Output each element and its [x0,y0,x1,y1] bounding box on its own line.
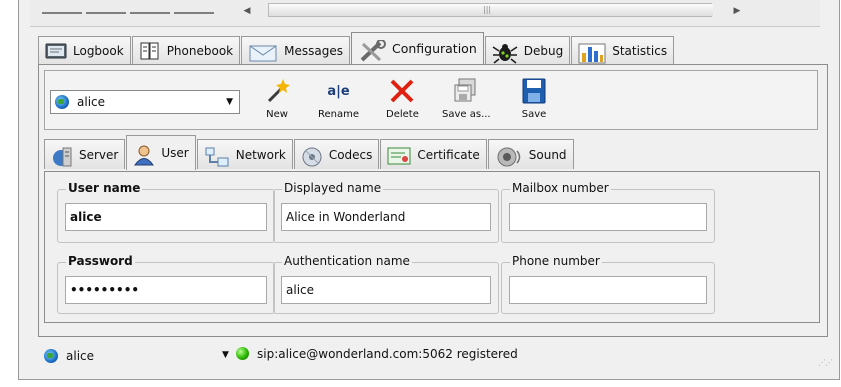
tab-user-label: User [161,146,189,160]
scroll-right-arrow-icon[interactable]: ▶ [730,3,744,19]
authentication-name-field[interactable]: alice [281,276,491,304]
tab-logbook-label: Logbook [73,43,124,58]
tab-sound-label: Sound [528,147,567,162]
delete-x-icon [387,76,417,106]
tab-messages[interactable]: Messages [241,36,350,64]
user-name-field[interactable]: alice [65,203,267,231]
registration-status-text: sip:alice@wonderland.com:5062 registered [257,347,518,361]
chevron-down-icon[interactable]: ▼ [226,97,233,107]
strip-divider [130,12,170,14]
sound-icon [495,146,523,166]
globe-icon [55,95,69,109]
save-icon [519,76,549,106]
codecs-icon [301,146,323,166]
phone-number-group: Phone number [501,254,715,314]
tab-server[interactable]: Server [44,139,126,169]
user-name-label: User name [66,181,143,195]
rename-glyph: a|e [327,83,350,99]
tab-certificate-label: Certificate [417,147,480,162]
account-selector[interactable]: alice ▼ [50,90,240,114]
phone-number-label: Phone number [510,254,602,268]
save-as-button[interactable]: Save as... [442,76,491,128]
network-icon [204,146,230,166]
certificate-icon [387,146,411,164]
mailbox-number-field[interactable] [509,203,707,231]
tab-phonebook-label: Phonebook [166,43,234,58]
status-account-selector[interactable]: alice ▼ [44,346,230,366]
authentication-name-label: Authentication name [282,254,412,268]
phonebook-icon [139,42,161,60]
rename-icon: a|e [324,76,354,106]
new-button-label: New [266,109,288,120]
mailbox-number-label: Mailbox number [510,181,611,195]
status-account-value: alice [66,349,95,363]
password-group: Password ••••••••• [57,254,275,314]
save-as-icon [451,76,481,106]
scroll-left-arrow-icon[interactable]: ◀ [240,3,254,19]
account-settings-tab-bar: Server User Network Codecs Certificate S… [44,135,575,171]
user-settings-panel: User name alice Displayed name Alice in … [44,171,820,323]
tab-server-label: Server [79,147,119,162]
strip-divider [42,12,82,14]
tab-network-label: Network [235,147,286,162]
registration-status-led-icon [236,347,249,360]
phone-number-field[interactable] [509,276,707,304]
tab-user[interactable]: User [126,135,196,170]
top-scroll-strip: ◀ ||| ▶ [30,0,820,27]
chevron-down-icon[interactable]: ▼ [222,350,229,360]
server-icon [51,146,73,166]
configuration-icon [358,38,386,61]
rename-button[interactable]: a|e Rename [318,76,359,128]
save-as-button-label: Save as... [442,109,491,120]
displayed-name-field[interactable]: Alice in Wonderland [281,203,491,231]
tab-configuration-label: Configuration [391,41,477,56]
horizontal-scrollbar[interactable]: ||| [268,3,713,17]
debug-icon [492,42,518,64]
magic-wand-icon [262,76,292,106]
authentication-name-group: Authentication name alice [273,254,499,314]
tab-sound[interactable]: Sound [487,139,574,169]
tab-codecs-label: Codecs [328,147,373,162]
tab-statistics-label: Statistics [612,43,668,58]
messages-icon [248,42,278,61]
logbook-icon [45,42,67,60]
new-button[interactable]: New [262,76,292,128]
resize-grip-icon[interactable]: ⋰⋰ [818,358,833,367]
strip-divider [86,12,126,14]
tab-configuration[interactable]: Configuration [350,32,484,64]
tab-debug-label: Debug [523,43,564,58]
tab-certificate[interactable]: Certificate [380,139,487,169]
delete-button[interactable]: Delete [386,76,419,128]
password-field[interactable]: ••••••••• [65,276,267,304]
displayed-name-group: Displayed name Alice in Wonderland [273,181,499,243]
tab-logbook[interactable]: Logbook [38,36,131,64]
user-icon [133,144,155,166]
tab-statistics[interactable]: Statistics [571,36,675,64]
tab-debug[interactable]: Debug [484,36,571,64]
tab-network[interactable]: Network [196,139,293,169]
main-tab-bar: Logbook Phonebook Messages Configuration… [38,32,675,64]
user-name-group: User name alice [57,181,275,243]
globe-icon [44,349,58,363]
save-button[interactable]: Save [519,76,549,128]
tab-codecs[interactable]: Codecs [293,139,380,169]
tab-phonebook[interactable]: Phonebook [131,36,241,64]
displayed-name-label: Displayed name [282,181,384,195]
strip-divider [174,12,214,14]
delete-button-label: Delete [386,109,419,120]
scrollbar-thumb[interactable]: ||| [269,4,713,16]
rename-button-label: Rename [318,109,360,120]
mailbox-number-group: Mailbox number [501,181,715,243]
statistics-icon [578,42,606,63]
tab-messages-label: Messages [284,43,343,58]
account-selector-value: alice [77,95,106,109]
save-button-label: Save [521,109,547,120]
password-label: Password [66,254,135,268]
